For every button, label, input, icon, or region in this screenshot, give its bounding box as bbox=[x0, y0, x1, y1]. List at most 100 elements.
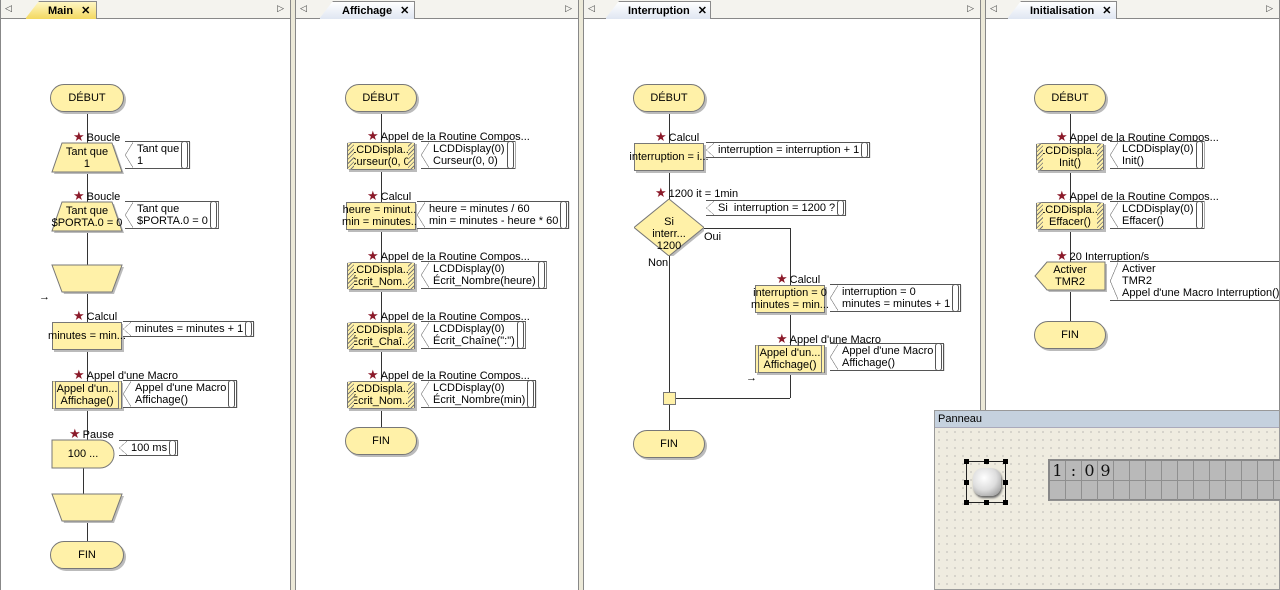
block-text: heure = minut... min = minutes... bbox=[342, 204, 420, 228]
decision-block[interactable]: Si interr... 1200 bbox=[634, 199, 704, 256]
bookmark-star-icon: ★ bbox=[1056, 188, 1068, 203]
lcd-cell bbox=[1210, 461, 1226, 481]
macro-block[interactable]: Appel d'un... Affichage() bbox=[755, 345, 825, 373]
comment-box[interactable]: interruption = interruption + 1 bbox=[706, 142, 871, 158]
component-block[interactable]: LCDDispla... Écrit_Nom... bbox=[347, 381, 415, 409]
comment-box[interactable]: interruption = 0 minutes = minutes + 1 bbox=[830, 284, 962, 312]
tab-affichage[interactable]: Affichage ✕ bbox=[319, 1, 415, 19]
scroll-left-icon[interactable]: ◁ bbox=[300, 3, 307, 14]
tab-main[interactable]: Main ✕ bbox=[25, 1, 97, 19]
close-tab-icon[interactable]: ✕ bbox=[400, 5, 409, 17]
terminal-block[interactable]: DÉBUT bbox=[50, 84, 124, 112]
calc-block[interactable]: interruption = i... bbox=[629, 143, 709, 171]
component-block[interactable]: LCDDispla... Curseur(0, 0) bbox=[347, 142, 415, 170]
comment-box[interactable]: minutes = minutes + 1 bbox=[123, 321, 255, 337]
connector-block[interactable] bbox=[662, 392, 676, 405]
flowchart-panel-affichage: ◁ ▷ Affichage ✕ DÉBUT LCDDispla... Curseur(0,… bbox=[295, 0, 579, 590]
comment-box[interactable]: LCDDisplay(0) Écrit_Nombre(heure) bbox=[421, 261, 547, 289]
close-tab-icon[interactable]: ✕ bbox=[1102, 5, 1111, 17]
resize-handle[interactable] bbox=[1003, 500, 1008, 505]
scroll-right-icon[interactable]: ▷ bbox=[277, 3, 284, 14]
terminal-block[interactable]: FIN bbox=[345, 427, 417, 455]
comment-box[interactable]: LCDDisplay(0) Init() bbox=[1110, 141, 1205, 169]
lcd-cell bbox=[1162, 461, 1178, 481]
lcd-cell: 9 bbox=[1098, 461, 1114, 481]
panneau-title: Panneau bbox=[935, 411, 1279, 428]
block-text: LCDDispla... Écrit_Nom... bbox=[350, 383, 412, 407]
comment-box[interactable]: Appel d'une Macro Affichage() bbox=[830, 343, 945, 371]
resize-handle[interactable] bbox=[964, 480, 969, 485]
close-tab-icon[interactable]: ✕ bbox=[81, 5, 90, 17]
scroll-right-icon[interactable]: ▷ bbox=[967, 3, 974, 14]
panneau-canvas[interactable]: 1:09 bbox=[935, 428, 1280, 589]
terminal-block[interactable]: DÉBUT bbox=[345, 84, 417, 112]
calc-block[interactable]: minutes = min... bbox=[48, 322, 126, 350]
lcd-cell bbox=[1050, 481, 1066, 501]
block-text: Tant que $PORTA.0 = 0 bbox=[51, 204, 123, 229]
comment-box[interactable]: Tant que 1 bbox=[125, 141, 191, 169]
comment-box[interactable]: LCDDisplay(0) Écrit_Nombre(min) bbox=[421, 380, 537, 408]
comment-box[interactable]: heure = minutes / 60 min = minutes - heu… bbox=[417, 201, 570, 229]
scroll-right-icon[interactable]: ▷ bbox=[565, 3, 572, 14]
lcd-cell bbox=[1178, 461, 1194, 481]
resize-handle[interactable] bbox=[984, 500, 989, 505]
scroll-left-icon[interactable]: ◁ bbox=[5, 3, 12, 14]
resize-handle[interactable] bbox=[1003, 459, 1008, 464]
comment-box[interactable]: Activer TMR2 Appel d'une Macro Interrupt… bbox=[1110, 261, 1279, 301]
tab-interruption[interactable]: Interruption ✕ bbox=[605, 1, 711, 19]
comment-box[interactable]: LCDDisplay(0) Écrit_Chaîne(":") bbox=[421, 321, 526, 349]
component-block[interactable]: LCDDispla... Effacer() bbox=[1036, 202, 1104, 230]
button-knob[interactable] bbox=[973, 468, 1001, 496]
resize-handle[interactable] bbox=[964, 500, 969, 505]
interrupt-block[interactable]: Activer TMR2 bbox=[1034, 261, 1107, 292]
loop-start-block[interactable]: Tant que $PORTA.0 = 0 bbox=[51, 201, 124, 233]
lcd-cell bbox=[1146, 461, 1162, 481]
component-block[interactable]: LCDDispla... Écrit_Chaî... bbox=[347, 322, 415, 350]
bookmark-star-icon: ★ bbox=[73, 129, 85, 144]
scroll-left-icon[interactable]: ◁ bbox=[588, 3, 595, 14]
flow-line bbox=[676, 398, 790, 399]
comment-box[interactable]: 100 ms bbox=[119, 440, 179, 456]
terminal-block[interactable]: DÉBUT bbox=[633, 84, 705, 112]
tab-label: Affichage bbox=[342, 5, 393, 17]
scroll-right-icon[interactable]: ▷ bbox=[1266, 3, 1273, 14]
block-text: Activer TMR2 bbox=[1053, 264, 1087, 288]
component-block[interactable]: LCDDispla... Init() bbox=[1036, 143, 1104, 171]
block-text: interruption = 0 minutes = min... bbox=[751, 287, 829, 311]
bookmark-star-icon: ★ bbox=[367, 128, 379, 143]
loop-start-block[interactable]: Tant que 1 bbox=[51, 142, 124, 174]
tab-strip: ◁ ▷ Interruption ✕ bbox=[584, 0, 980, 19]
tab-initialisation[interactable]: Initialisation ✕ bbox=[1007, 1, 1117, 19]
loop-end-block[interactable] bbox=[51, 493, 124, 523]
comment-box[interactable]: Si interruption = 1200 ? bbox=[706, 200, 847, 216]
lcd-display[interactable]: 1:09 bbox=[1048, 459, 1280, 501]
block-label-text: 1200 it = 1min bbox=[668, 188, 739, 200]
terminal-block[interactable]: FIN bbox=[1034, 321, 1106, 349]
flow-line bbox=[1070, 290, 1071, 321]
delay-block[interactable]: 100 ... bbox=[51, 439, 115, 469]
terminal-block[interactable]: FIN bbox=[50, 541, 124, 569]
scroll-left-icon[interactable]: ◁ bbox=[990, 3, 997, 14]
resize-handle[interactable] bbox=[964, 459, 969, 464]
resize-handle[interactable] bbox=[984, 459, 989, 464]
loop-end-block[interactable] bbox=[51, 264, 124, 294]
resize-handle[interactable] bbox=[1003, 480, 1008, 485]
push-button[interactable] bbox=[964, 459, 1008, 505]
block-label: ★ Boucle bbox=[73, 129, 120, 145]
flowchart-panel-interruption: ◁ ▷ Interruption ✕ → DÉBUT interruption = i...… bbox=[583, 0, 981, 590]
bookmark-star-icon: ★ bbox=[367, 248, 379, 263]
terminal-block[interactable]: FIN bbox=[633, 430, 705, 458]
comment-box[interactable]: Tant que $PORTA.0 = 0 bbox=[125, 201, 219, 229]
comment-box[interactable]: LCDDisplay(0) Curseur(0, 0) bbox=[421, 141, 516, 169]
calc-block[interactable]: interruption = 0 minutes = min... bbox=[751, 285, 829, 313]
flow-line bbox=[87, 231, 88, 265]
block-label: ★ 1200 it = 1min bbox=[655, 185, 738, 201]
calc-block[interactable]: heure = minut... min = minutes... bbox=[342, 202, 420, 230]
flow-line bbox=[87, 521, 88, 541]
comment-box[interactable]: LCDDisplay(0) Effacer() bbox=[1110, 201, 1205, 229]
terminal-block[interactable]: DÉBUT bbox=[1034, 84, 1106, 112]
macro-block[interactable]: Appel d'un... Affichage() bbox=[52, 381, 122, 409]
comment-box[interactable]: Appel d'une Macro Affichage() bbox=[123, 380, 238, 408]
component-block[interactable]: LCDDispla... Écrit_Nom... bbox=[347, 262, 415, 290]
close-tab-icon[interactable]: ✕ bbox=[698, 5, 707, 17]
